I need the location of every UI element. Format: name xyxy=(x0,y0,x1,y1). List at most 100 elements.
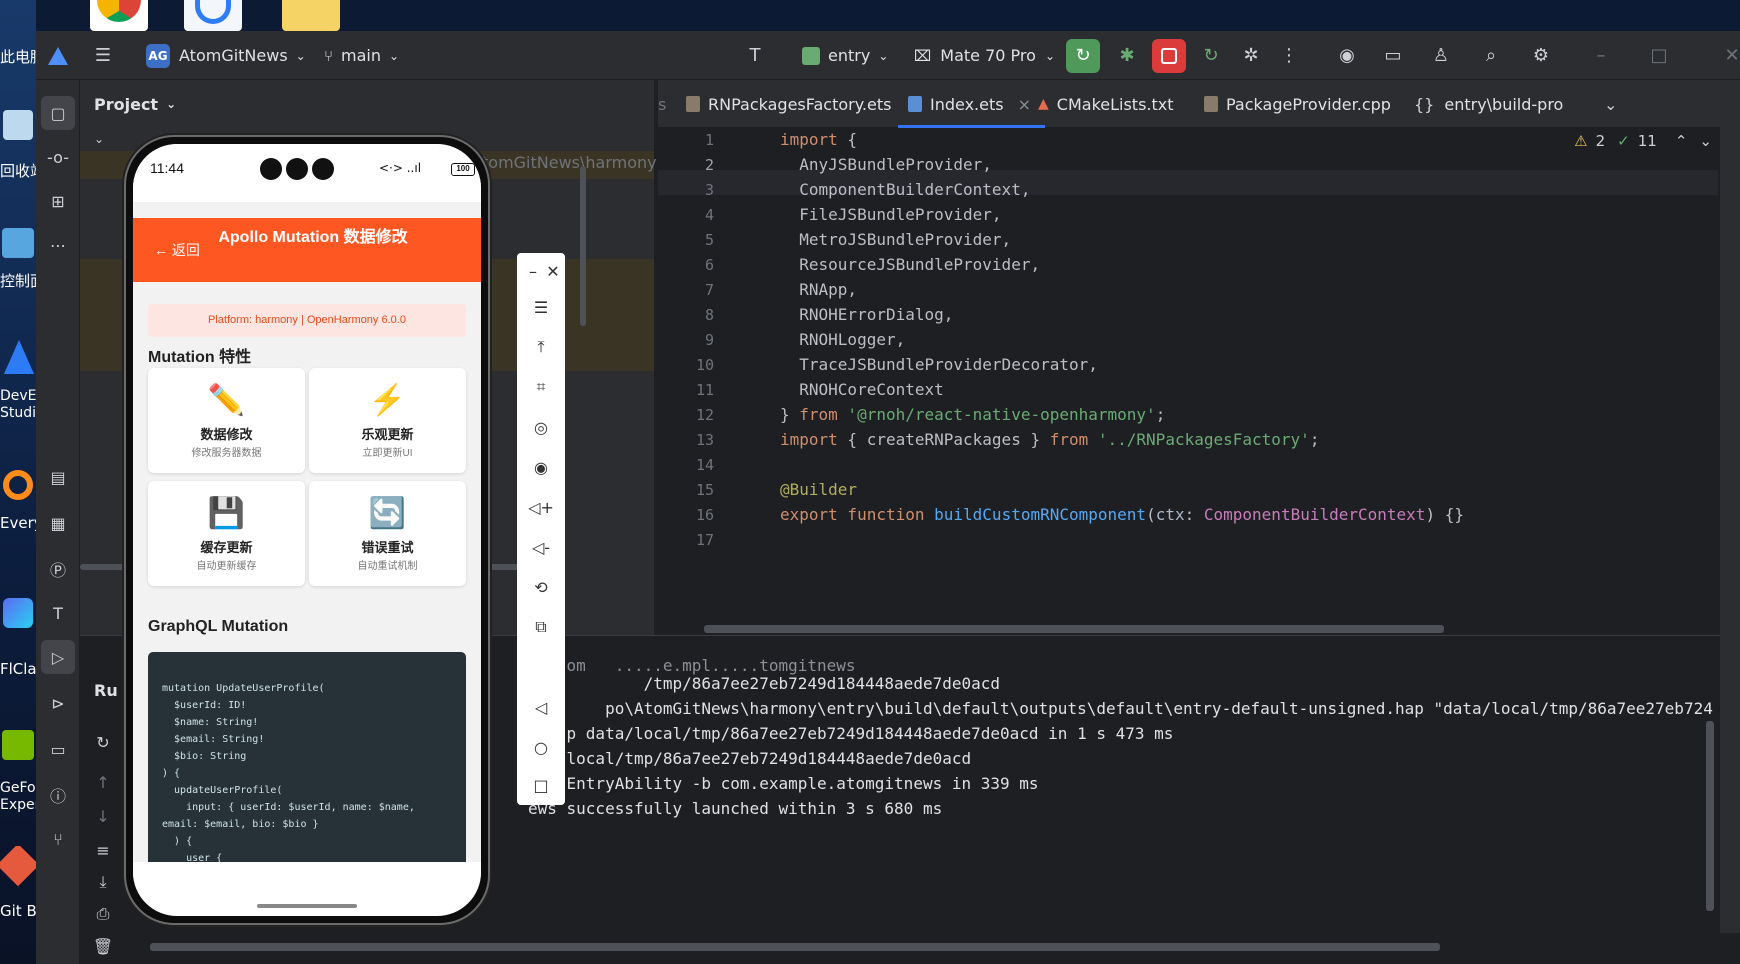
git-tool-button[interactable]: ⑂ xyxy=(41,822,75,856)
device-selector[interactable]: ⌧ Mate 70 Pro ⌄ xyxy=(914,31,1055,80)
menu-icon[interactable]: ☰ xyxy=(529,295,553,319)
profiler-tool-button[interactable]: Ⓟ xyxy=(41,552,75,586)
control-panel-icon[interactable] xyxy=(0,228,36,262)
volume-up-icon[interactable]: ◁+ xyxy=(528,495,554,519)
print-icon[interactable]: ⎙ xyxy=(92,903,114,925)
todo-tool-button[interactable]: ▤ xyxy=(41,460,75,494)
recycle-bin-icon[interactable] xyxy=(0,110,36,162)
tab-rnpackagesfactory[interactable]: RNPackagesFactory.ets xyxy=(686,80,891,128)
location-icon[interactable]: ◉ xyxy=(529,455,553,479)
run-tool-button[interactable]: ▷ xyxy=(41,640,75,674)
close-tab-icon[interactable]: × xyxy=(1018,95,1031,114)
back-nav-icon[interactable]: ◁ xyxy=(529,695,553,719)
rotate-icon[interactable]: ◎ xyxy=(529,415,553,439)
home-nav-icon[interactable]: ○ xyxy=(529,735,553,759)
project-tool-button[interactable]: ▢ xyxy=(41,96,75,130)
tab-overflow-left[interactable]: s xyxy=(658,80,666,128)
desktop-icon-flclash[interactable]: FlClash xyxy=(0,660,36,678)
feature-card-optimistic-update[interactable]: ⚡ 乐观更新 立即更新UI xyxy=(309,368,466,473)
maximize-button[interactable]: □ xyxy=(1644,31,1674,80)
arrow-up-icon[interactable]: ↑ xyxy=(92,771,114,793)
inspection-widget[interactable]: ⚠ 2 ✓ 11 ⌃ ⌄ xyxy=(1574,132,1712,150)
rerun-icon[interactable]: ↻ xyxy=(92,731,114,753)
desktop-icon-control-panel[interactable]: 控制面 xyxy=(0,270,36,291)
folder-shortcut[interactable] xyxy=(282,0,340,31)
git-bash-icon[interactable] xyxy=(0,846,36,890)
phone-screen[interactable]: 11:44 <·> ..ıl 100 ← 返回 Apollo Mutation … xyxy=(133,144,481,916)
scroll-to-end-icon[interactable]: ⤓ xyxy=(92,871,114,893)
volume-down-icon[interactable]: ◁- xyxy=(529,535,553,559)
tab-index-ets[interactable]: Index.ets × xyxy=(898,80,1045,128)
build-hammer-button[interactable]: T xyxy=(740,31,770,80)
home-indicator[interactable] xyxy=(257,904,357,908)
minimize-button[interactable]: – xyxy=(1586,31,1616,80)
deveco-studio-icon[interactable] xyxy=(0,340,36,380)
tab-build-profile[interactable]: {} entry\build-pro xyxy=(1414,80,1563,128)
shake-icon[interactable]: ⟲ xyxy=(529,575,553,599)
crop-icon[interactable]: ⌗ xyxy=(529,375,553,399)
feature-card-cache-update[interactable]: 💾 缓存更新 自动更新缓存 xyxy=(148,481,305,586)
chevron-down-icon[interactable]: ⌄ xyxy=(1699,132,1712,150)
close-window-button[interactable]: ✕ xyxy=(1724,31,1740,80)
console-vscrollbar[interactable] xyxy=(1706,721,1714,911)
desktop-icon-geforce[interactable]: GeForce Experience xyxy=(0,780,36,814)
screenshot-icon[interactable]: ⧉ xyxy=(529,615,553,639)
pin-top-icon[interactable]: ⤒ xyxy=(529,335,553,359)
recents-nav-icon[interactable]: □ xyxy=(529,773,553,797)
console-hscrollbar[interactable] xyxy=(150,943,1440,951)
desktop-icon-git-bash[interactable]: Git Bash xyxy=(0,902,36,920)
terminal-tool-button[interactable]: ▭ xyxy=(41,732,75,766)
project-selector[interactable]: AG AtomGitNews ⌄ xyxy=(146,31,306,80)
git-branch-icon: ⑂ xyxy=(324,46,334,65)
desktop-icon-this-pc[interactable]: 此电脑 xyxy=(0,46,36,67)
soft-wrap-icon[interactable]: ≡ xyxy=(92,839,114,861)
everything-icon[interactable] xyxy=(0,470,36,510)
chrome-shortcut[interactable] xyxy=(90,0,148,31)
run-config-selector[interactable]: entry ⌄ xyxy=(802,31,888,80)
tab-list-dropdown[interactable]: ⌄ xyxy=(1604,80,1617,128)
project-tree-path[interactable]: tomGitNews\harmony xyxy=(482,153,657,172)
feature-card-data-modify[interactable]: ✏️ 数据修改 修改服务器数据 xyxy=(148,368,305,473)
ai-assistant-button[interactable]: ◉ xyxy=(1332,31,1362,80)
chevron-down-icon: ⌄ xyxy=(1044,48,1055,63)
back-button[interactable]: ← 返回 xyxy=(154,240,200,260)
line-number-gutter: 1 2 3 4 5 6 7 8 9 10 11 12 13 14 15 16 1… xyxy=(658,128,734,635)
desktop-icon-recycle-bin[interactable]: 回收站 xyxy=(0,160,36,181)
services-tool-button[interactable]: ⊳ xyxy=(41,686,75,720)
app-shortcut[interactable] xyxy=(184,0,242,31)
more-actions-button[interactable]: ⋮ xyxy=(1274,31,1304,80)
flclash-icon[interactable] xyxy=(0,598,36,638)
project-scrollbar[interactable] xyxy=(580,166,586,326)
tab-cmakelists[interactable]: ▲ CMakeLists.txt xyxy=(1038,80,1174,128)
tree-expand-chevron-icon[interactable]: ⌄ xyxy=(94,132,104,146)
device-manager-button[interactable]: ▭ xyxy=(1378,31,1408,80)
settings-button[interactable]: ⚙ xyxy=(1526,31,1556,80)
branch-selector[interactable]: ⑂ main ⌄ xyxy=(324,31,399,80)
editor-hscrollbar[interactable] xyxy=(704,625,1444,633)
close-icon[interactable]: ✕ xyxy=(541,259,565,283)
chevron-up-icon[interactable]: ⌃ xyxy=(1675,132,1688,150)
problems-tool-button[interactable]: ⓘ xyxy=(41,778,75,812)
project-panel-header[interactable]: Project ⌄ xyxy=(94,80,176,128)
reload-button[interactable]: ↻ xyxy=(1196,31,1226,80)
attach-debugger-button[interactable]: ✲ xyxy=(1236,31,1266,80)
structure-tool-button[interactable]: ⊞ xyxy=(41,184,75,218)
trash-icon[interactable]: 🗑 xyxy=(92,935,114,957)
search-button[interactable]: ⌕ xyxy=(1476,31,1506,80)
stop-button[interactable] xyxy=(1152,31,1186,80)
more-tools-button[interactable]: ⋯ xyxy=(41,228,75,262)
code-editor[interactable]: 1 2 3 4 5 6 7 8 9 10 11 12 13 14 15 16 1… xyxy=(658,128,1740,635)
build-tool-button[interactable]: T xyxy=(41,596,75,630)
commit-tool-button[interactable]: -o- xyxy=(41,140,75,174)
desktop-icon-everything[interactable]: Everything xyxy=(0,514,36,532)
geforce-icon[interactable] xyxy=(0,730,36,770)
account-button[interactable]: ♙ xyxy=(1426,31,1456,80)
debug-button[interactable]: ✱ xyxy=(1112,31,1142,80)
apply-changes-button[interactable]: ↻ xyxy=(1066,31,1100,80)
tab-packageprovider[interactable]: PackageProvider.cpp xyxy=(1204,80,1391,128)
arrow-down-icon[interactable]: ↓ xyxy=(92,805,114,827)
layout-tool-button[interactable]: ▦ xyxy=(41,506,75,540)
feature-card-error-retry[interactable]: 🔄 错误重试 自动重试机制 xyxy=(309,481,466,586)
main-menu-button[interactable]: ☰ xyxy=(88,31,118,80)
desktop-icon-deveco[interactable]: DevEco Studio xyxy=(0,388,36,422)
